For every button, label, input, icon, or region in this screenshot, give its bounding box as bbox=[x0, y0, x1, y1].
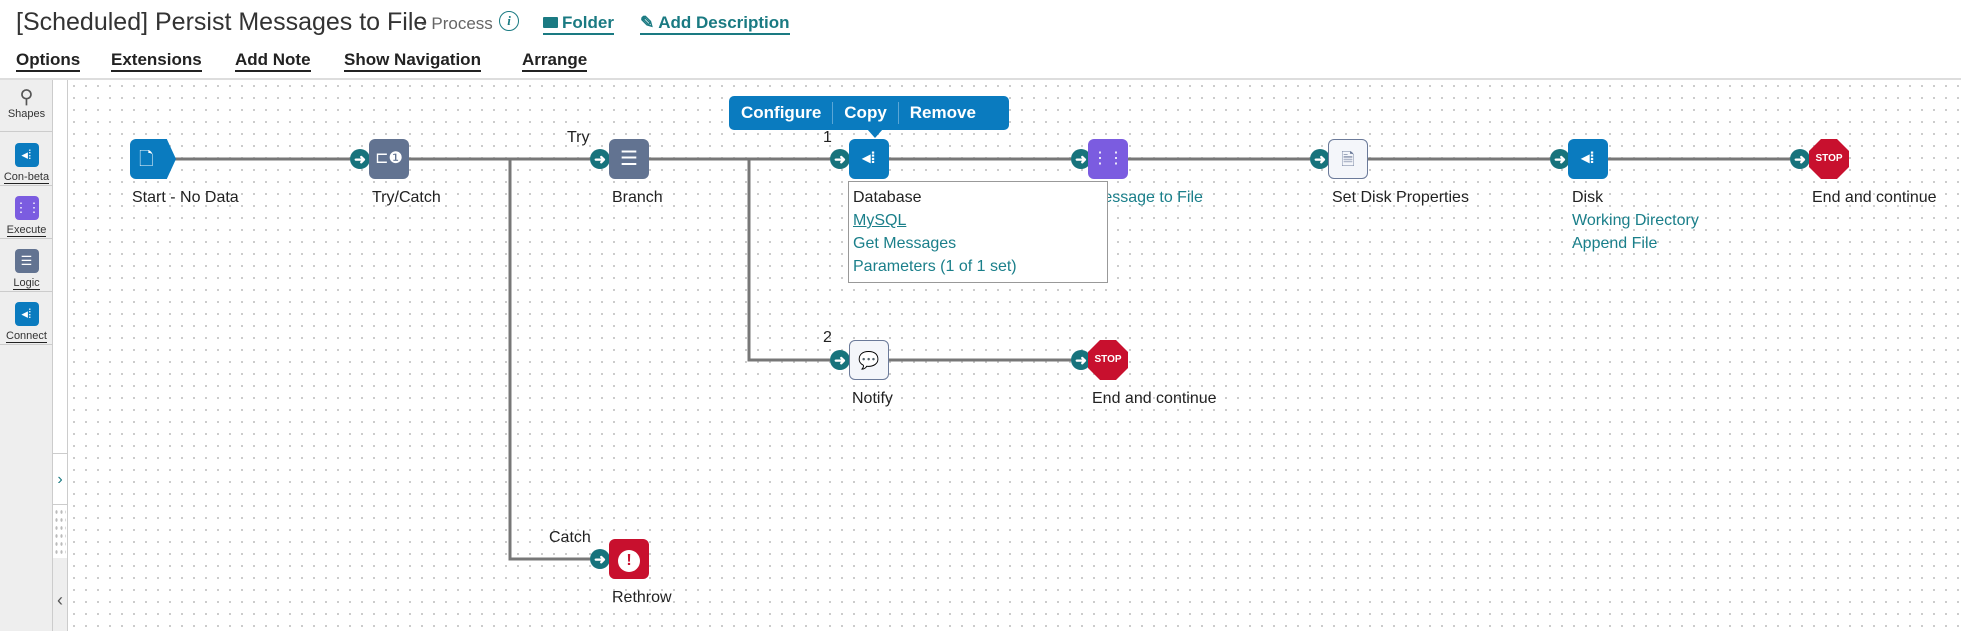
set-disk-properties-label: Set Disk Properties bbox=[1332, 189, 1469, 206]
edge-label-catch: Catch bbox=[549, 529, 591, 546]
menu-extensions[interactable]: Extensions bbox=[111, 50, 202, 72]
parameters-link[interactable]: Parameters (1 of 1 set) bbox=[853, 255, 1103, 278]
menu-add-note[interactable]: Add Note bbox=[235, 50, 311, 72]
disk-connector-shape[interactable]: ◂⁞ bbox=[1568, 139, 1608, 179]
input-port-icon[interactable]: ➜ bbox=[1310, 149, 1330, 169]
folder-label: Folder bbox=[562, 13, 614, 32]
menu-options[interactable]: Options bbox=[16, 50, 81, 72]
sidebar-label: Shapes bbox=[7, 108, 46, 120]
sidebar-label: Con-beta bbox=[3, 171, 50, 184]
shapes-sidebar: ⚲ Shapes ◂⁞ Con-beta ⋮⋮ Execute ☰ Logic … bbox=[0, 80, 53, 631]
add-description-label: Add Description bbox=[658, 13, 790, 32]
connector-icon: ◂⁞ bbox=[14, 302, 39, 326]
end-label: End and continue bbox=[1812, 189, 1937, 206]
connector-icon: ◂⁞ bbox=[862, 150, 876, 167]
exclamation-icon: ! bbox=[618, 550, 640, 572]
input-port-icon[interactable]: ➜ bbox=[1550, 149, 1570, 169]
sidebar-item-connect[interactable]: ◂⁞ Connect bbox=[0, 292, 53, 345]
branch-shape[interactable]: ☰ bbox=[609, 139, 649, 179]
notify-label: Notify bbox=[852, 390, 893, 407]
popup-pointer bbox=[867, 129, 883, 138]
input-port-icon[interactable]: ➜ bbox=[590, 149, 610, 169]
input-port-icon[interactable]: ➜ bbox=[1790, 149, 1810, 169]
info-icon[interactable]: i bbox=[499, 11, 519, 31]
connector-icon: ◂⁞ bbox=[14, 143, 39, 167]
sidebar-item-shapes[interactable]: ⚲ Shapes bbox=[0, 80, 53, 132]
divider bbox=[897, 102, 899, 124]
exception-shape[interactable]: ! bbox=[609, 539, 649, 579]
shape-action-popup: Configure Copy Remove bbox=[729, 96, 1009, 130]
folder-icon bbox=[543, 17, 558, 28]
sidebar-label: Execute bbox=[6, 224, 47, 237]
try-catch-icon: ⊏❶ bbox=[375, 150, 403, 167]
page-subtitle: - Process bbox=[421, 14, 493, 33]
connector-icon: ◂⁞ bbox=[1581, 150, 1595, 167]
folder-link[interactable]: Folder bbox=[543, 13, 614, 35]
sidebar-item-logic[interactable]: ☰ Logic bbox=[0, 239, 53, 292]
page-title: [Scheduled] Persist Messages to File bbox=[16, 8, 428, 36]
notify-icon: 💬 bbox=[858, 351, 880, 370]
menu-arrange[interactable]: Arrange bbox=[522, 50, 588, 72]
sidebar-item-execute[interactable]: ⋮⋮ Execute bbox=[0, 186, 53, 239]
try-catch-shape[interactable]: ⊏❶ bbox=[369, 139, 409, 179]
disk-connection-link[interactable]: Working Directory bbox=[1572, 209, 1699, 232]
notify-shape[interactable]: 💬 bbox=[849, 340, 889, 380]
end-label: End and continue bbox=[1092, 390, 1217, 407]
branch-icon: ☰ bbox=[620, 148, 638, 170]
search-icon: ⚲ bbox=[19, 87, 34, 108]
collapse-chevron-icon[interactable]: ‹ bbox=[53, 558, 67, 631]
input-port-icon[interactable]: ➜ bbox=[350, 149, 370, 169]
input-port-icon[interactable]: ➜ bbox=[590, 549, 610, 569]
document-info-icon: 🗎 bbox=[1341, 150, 1355, 169]
disk-operation-link[interactable]: Append File bbox=[1572, 232, 1657, 255]
set-properties-shape[interactable]: 🗎 bbox=[1328, 139, 1368, 179]
copy-button[interactable]: Copy bbox=[844, 103, 887, 123]
document-arrow-icon: 🗋 bbox=[139, 149, 154, 169]
start-label: Start - No Data bbox=[132, 189, 239, 206]
shape-details-box: Database MySQL Get Messages Parameters (… bbox=[848, 181, 1108, 283]
menu-show-navigation[interactable]: Show Navigation bbox=[344, 50, 481, 72]
divider bbox=[832, 102, 834, 124]
remove-button[interactable]: Remove bbox=[910, 103, 976, 123]
execute-icon: ⋮⋮ bbox=[14, 196, 41, 220]
sidebar-item-con-beta[interactable]: ◂⁞ Con-beta bbox=[0, 133, 53, 186]
expand-chevron-icon[interactable]: › bbox=[53, 453, 67, 505]
stop-icon[interactable]: STOP bbox=[1088, 340, 1128, 380]
input-port-icon[interactable]: ➜ bbox=[830, 350, 850, 370]
execute-icon: ⋮⋮ bbox=[1092, 150, 1124, 167]
rethrow-label: Rethrow bbox=[612, 589, 672, 606]
logic-icon: ☰ bbox=[14, 249, 39, 273]
sidebar-label: Logic bbox=[13, 277, 40, 290]
message-shape[interactable]: ⋮⋮ bbox=[1088, 139, 1128, 179]
shape-type-label: Database bbox=[853, 189, 922, 206]
disk-label: Disk bbox=[1572, 189, 1604, 206]
navigation-strip: › ‹ bbox=[53, 80, 68, 631]
input-port-icon[interactable]: ➜ bbox=[830, 149, 850, 169]
start-shape[interactable]: 🗋 bbox=[130, 139, 176, 179]
stop-icon[interactable]: STOP bbox=[1809, 139, 1849, 179]
sidebar-label: Connect bbox=[6, 330, 47, 343]
operation-link[interactable]: Get Messages bbox=[853, 232, 1103, 255]
try-catch-label: Try/Catch bbox=[372, 189, 441, 206]
configure-button[interactable]: Configure bbox=[741, 103, 821, 123]
branch-label: Branch bbox=[612, 189, 663, 206]
minimap[interactable] bbox=[54, 508, 66, 558]
edge-label-branch-2: 2 bbox=[823, 329, 832, 346]
connection-link[interactable]: MySQL bbox=[853, 209, 1103, 232]
pencil-icon: ✎ bbox=[640, 13, 655, 32]
add-description-link[interactable]: ✎ Add Description bbox=[640, 13, 790, 35]
edge-label-try: Try bbox=[567, 129, 590, 146]
database-connector-shape[interactable]: ◂⁞ bbox=[849, 139, 889, 179]
